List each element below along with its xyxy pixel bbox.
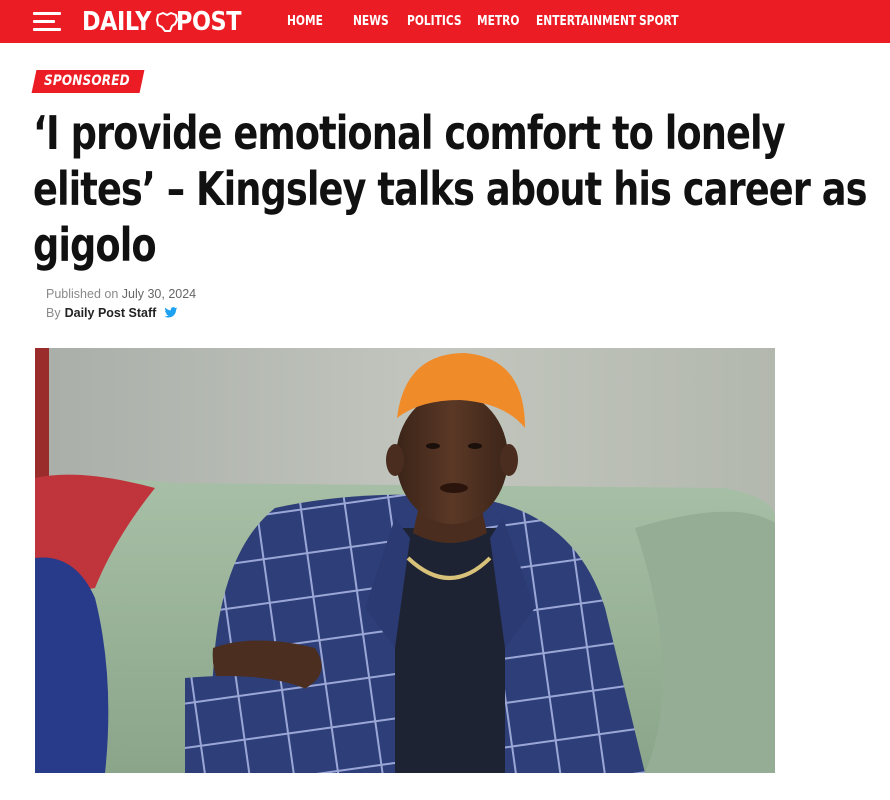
featured-image[interactable] <box>35 348 775 773</box>
twitter-icon[interactable] <box>164 307 178 319</box>
byline: By Daily Post Staff <box>46 306 178 320</box>
menu-icon-line <box>33 20 55 23</box>
nav-item-entertainment[interactable]: ENTERTAINMENT <box>536 14 636 29</box>
featured-photo-illustration <box>35 348 775 773</box>
nav-item-home[interactable]: HOME <box>287 14 323 29</box>
logo-text-daily: DAILY <box>82 7 152 37</box>
menu-icon-line <box>33 12 61 15</box>
menu-icon-line <box>33 28 61 31</box>
site-logo[interactable]: DAILY POST <box>82 6 252 38</box>
nav-item-metro[interactable]: METRO <box>477 14 519 29</box>
logo-text-post: POST <box>176 7 242 37</box>
main-nav: HOME NEWS POLITICS METRO ENTERTAINMENT S… <box>287 0 696 43</box>
sponsored-badge-label: SPONSORED <box>44 73 130 89</box>
article-headline: ‘I provide emotional comfort to lonely e… <box>33 106 868 272</box>
published-date: July 30, 2024 <box>121 287 197 301</box>
published-label: Published on <box>46 287 119 301</box>
byline-label: By <box>46 306 61 320</box>
menu-icon[interactable] <box>33 10 61 32</box>
nav-item-news[interactable]: NEWS <box>353 14 389 29</box>
author-link[interactable]: Daily Post Staff <box>65 306 157 320</box>
top-navigation-bar: DAILY POST HOME NEWS POLITICS METRO ENTE… <box>0 0 890 43</box>
nav-item-politics[interactable]: POLITICS <box>407 14 462 29</box>
published-line: Published on July 30, 2024 <box>46 287 196 301</box>
nav-item-sport[interactable]: SPORT <box>639 14 679 29</box>
